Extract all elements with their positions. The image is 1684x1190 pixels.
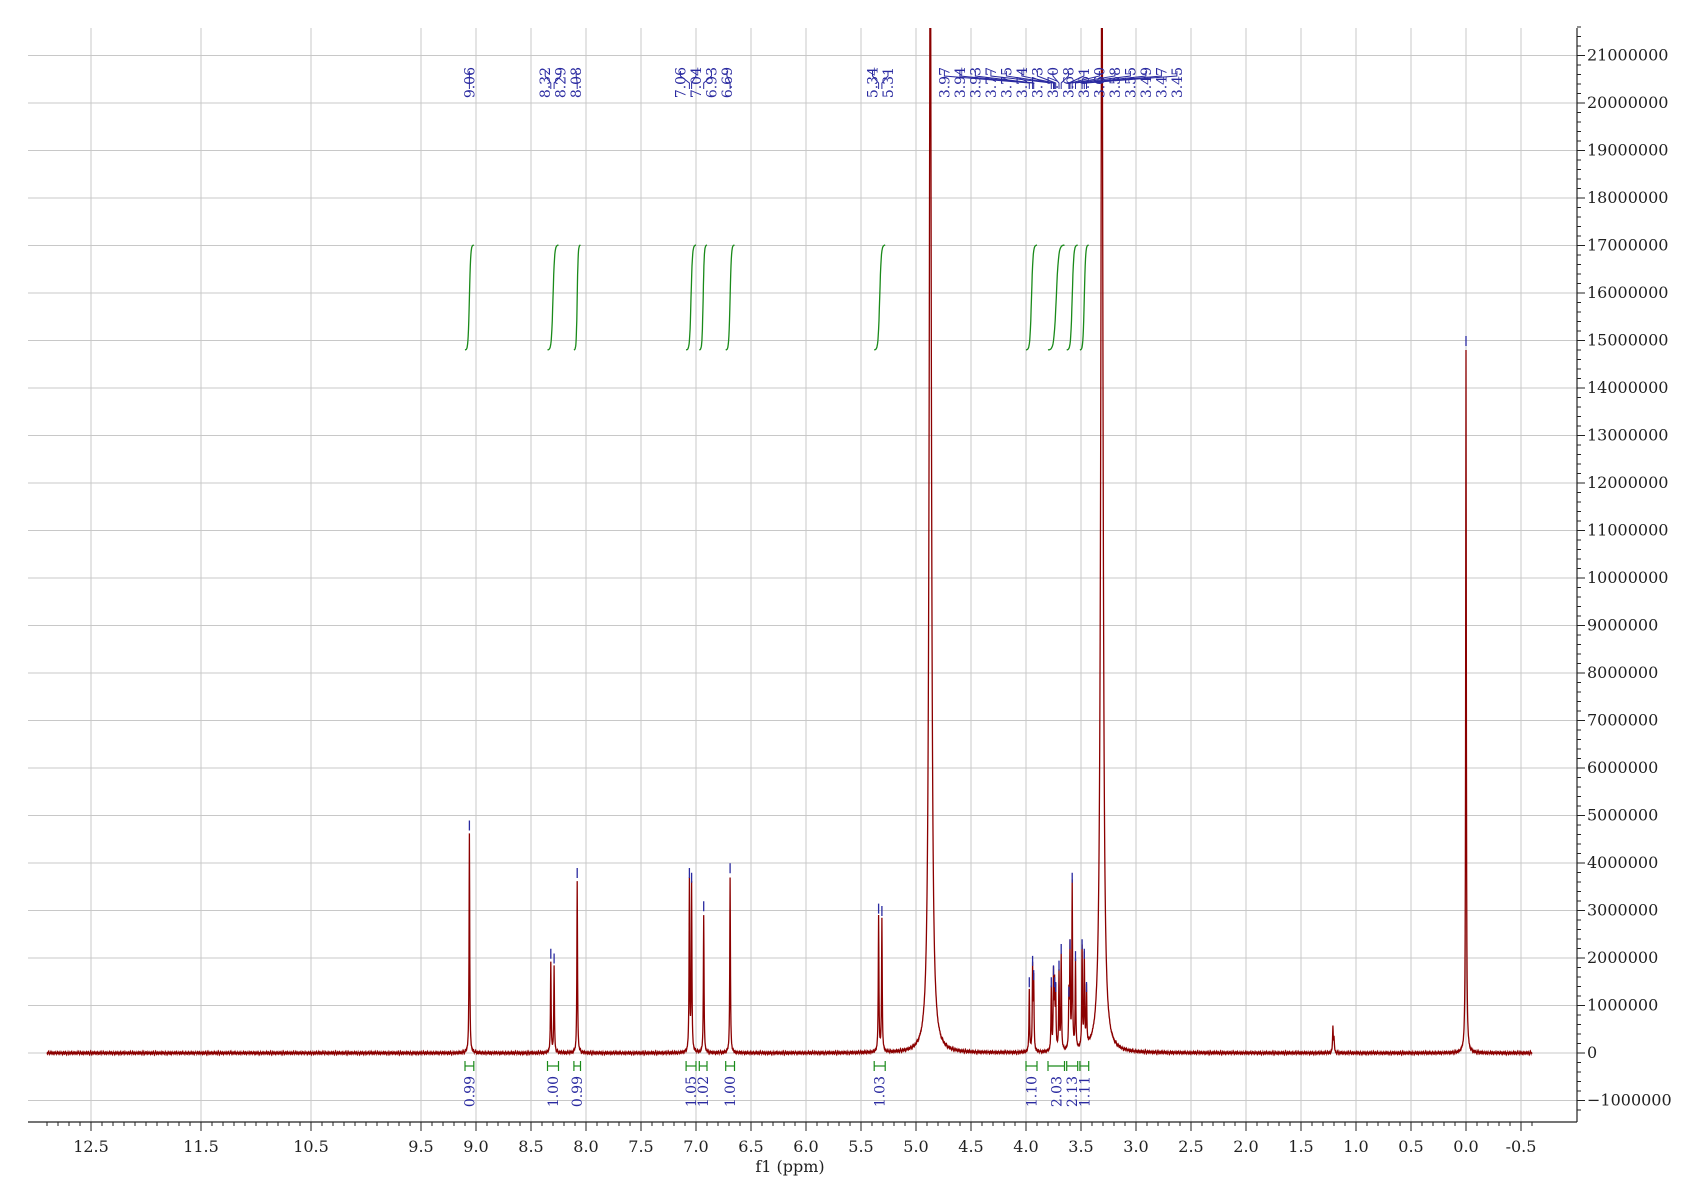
y-tick-label: 11000000 bbox=[1587, 521, 1668, 540]
integral-value-label: 0.99 bbox=[462, 1076, 478, 1107]
y-tick-label: 19000000 bbox=[1587, 141, 1668, 160]
peak-shift-label: 3.58 bbox=[1108, 67, 1124, 98]
x-tick-label: 6.0 bbox=[793, 1137, 818, 1156]
x-axis-title: f1 (ppm) bbox=[755, 1157, 824, 1176]
y-tick-label: 13000000 bbox=[1587, 426, 1668, 445]
y-tick-label: 0 bbox=[1587, 1043, 1597, 1062]
x-tick-label: 8.0 bbox=[573, 1137, 598, 1156]
peak-shift-label: 5.34 bbox=[866, 67, 882, 98]
y-tick-label: 8000000 bbox=[1587, 663, 1658, 682]
y-tick-label: 1000000 bbox=[1587, 996, 1658, 1015]
x-tick-label: 12.5 bbox=[73, 1137, 109, 1156]
x-tick-label: 2.0 bbox=[1233, 1137, 1258, 1156]
y-tick-label: 17000000 bbox=[1587, 236, 1668, 255]
x-tick-label: 1.0 bbox=[1343, 1137, 1368, 1156]
x-tick-label: 9.5 bbox=[408, 1137, 433, 1156]
peak-shift-label: 3.97 bbox=[937, 67, 953, 98]
y-tick-label: 16000000 bbox=[1587, 283, 1668, 302]
x-tick-label: 0.0 bbox=[1453, 1137, 1478, 1156]
y-tick-label: 6000000 bbox=[1587, 758, 1658, 777]
y-tick-label: 2000000 bbox=[1587, 948, 1658, 967]
y-tick-label: 12000000 bbox=[1587, 473, 1668, 492]
y-tick-label: 9000000 bbox=[1587, 616, 1658, 635]
y-tick-label: 7000000 bbox=[1587, 711, 1658, 730]
x-tick-label: 7.5 bbox=[628, 1137, 653, 1156]
x-tick-label: 0.5 bbox=[1398, 1137, 1423, 1156]
x-tick-label: 9.0 bbox=[463, 1137, 488, 1156]
x-tick-label: 5.5 bbox=[848, 1137, 873, 1156]
peak-shift-label: 9.06 bbox=[462, 67, 478, 98]
peak-shift-label: 3.74 bbox=[1015, 67, 1031, 98]
integral-value-label: 0.99 bbox=[570, 1076, 586, 1107]
peak-shift-label: 3.93 bbox=[968, 67, 984, 98]
x-tick-label: 10.5 bbox=[293, 1137, 329, 1156]
x-tick-label: 3.0 bbox=[1123, 1137, 1148, 1156]
x-tick-label: 3.5 bbox=[1068, 1137, 1093, 1156]
integral-value-label: 1.10 bbox=[1025, 1076, 1041, 1107]
integral-value-label: 1.02 bbox=[696, 1076, 712, 1107]
integral-value-label: 1.03 bbox=[873, 1076, 889, 1107]
y-tick-label: 15000000 bbox=[1587, 331, 1668, 350]
integral-value-label: 1.00 bbox=[723, 1076, 739, 1107]
peak-shift-label: 6.69 bbox=[720, 67, 736, 98]
y-tick-label: 5000000 bbox=[1587, 806, 1658, 825]
peak-shift-label: 3.75 bbox=[999, 67, 1015, 98]
peak-shift-label: 8.32 bbox=[538, 67, 554, 98]
y-tick-label: 21000000 bbox=[1587, 46, 1668, 65]
x-tick-label: 4.5 bbox=[958, 1137, 983, 1156]
peak-shift-label: 3.45 bbox=[1170, 67, 1186, 98]
y-tick-label: 20000000 bbox=[1587, 93, 1668, 112]
integral-value-label: 2.03 bbox=[1049, 1076, 1065, 1107]
y-tick-label: 10000000 bbox=[1587, 568, 1668, 587]
y-tick-label: 14000000 bbox=[1587, 378, 1668, 397]
peak-shift-label: 3.77 bbox=[984, 67, 1000, 98]
peak-shift-label: 3.73 bbox=[1030, 67, 1046, 98]
x-tick-label: 2.5 bbox=[1178, 1137, 1203, 1156]
peak-shift-label: 8.29 bbox=[554, 67, 570, 98]
x-tick-label: 6.5 bbox=[738, 1137, 763, 1156]
y-tick-label: 18000000 bbox=[1587, 188, 1668, 207]
peak-shift-label: 3.49 bbox=[1139, 67, 1155, 98]
y-tick-label: 4000000 bbox=[1587, 853, 1658, 872]
peak-shift-label: 6.93 bbox=[704, 67, 720, 98]
nmr-spectrum-chart: 12.5 11.5 10.5 9.5 9.0 8.5 8.0 7.5 7.0 6.5 6.0 5.5 5… bbox=[28, 26, 1672, 1176]
x-tick-label: 11.5 bbox=[183, 1137, 219, 1156]
integral-value-label: 1.00 bbox=[546, 1076, 562, 1107]
integral-value-label: 1.11 bbox=[1077, 1076, 1093, 1107]
peak-shift-label: 3.55 bbox=[1123, 67, 1139, 98]
x-tick-label: 8.5 bbox=[518, 1137, 543, 1156]
peak-shift-label: 3.47 bbox=[1154, 67, 1170, 98]
y-tick-label: −1000000 bbox=[1587, 1091, 1672, 1110]
y-tick-label: 3000000 bbox=[1587, 901, 1658, 920]
x-tick-label: 1.5 bbox=[1288, 1137, 1313, 1156]
peak-shift-label: 3.70 bbox=[1046, 67, 1062, 98]
peak-shift-label: 7.06 bbox=[673, 67, 689, 98]
peak-shift-label: 5.31 bbox=[881, 67, 897, 98]
x-tick-label: 5.0 bbox=[903, 1137, 928, 1156]
x-tick-label: 4.0 bbox=[1013, 1137, 1038, 1156]
x-tick-label: -0.5 bbox=[1506, 1137, 1537, 1156]
x-tick-label: 7.0 bbox=[683, 1137, 708, 1156]
peak-shift-label: 3.94 bbox=[953, 67, 969, 98]
plot-area bbox=[28, 28, 1576, 1121]
